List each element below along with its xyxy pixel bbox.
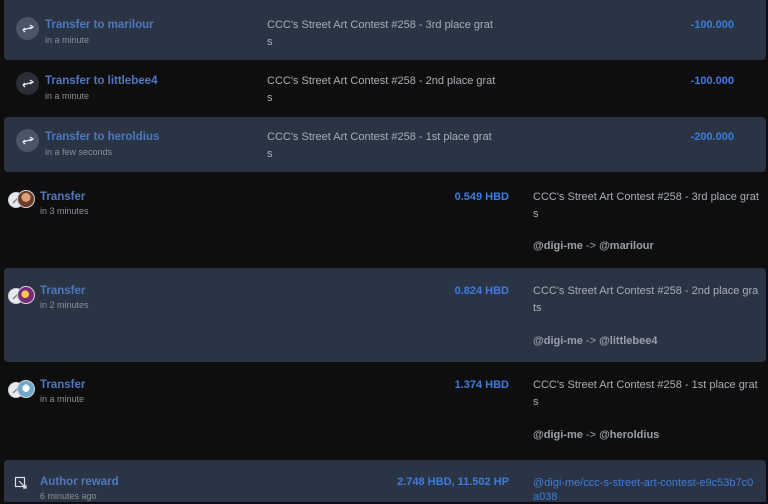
transfer-memo: CCC's Street Art Contest #258 - 3rd plac… xyxy=(267,19,493,48)
from-account[interactable]: @digi-me xyxy=(533,335,583,347)
hbd-transfer-row-marilour[interactable]: Transfer in 3 minutes 0.549 HBD CCC's St… xyxy=(4,176,766,266)
transfer-memo: CCC's Street Art Contest #258 - 1st plac… xyxy=(267,131,492,160)
transfer-memo: CCC's Street Art Contest #258 - 2nd plac… xyxy=(267,75,496,104)
transfer-amount: -100.000 xyxy=(690,75,734,87)
transfer-title[interactable]: Transfer to heroldius xyxy=(45,131,159,143)
from-account[interactable]: @digi-me xyxy=(533,429,583,441)
transfer-route: @digi-me -> @heroldius xyxy=(533,429,659,441)
transfer-time: in a minute xyxy=(40,394,85,404)
transfer-memo: CCC's Street Art Contest #258 - 3rd plac… xyxy=(533,191,759,220)
author-reward-icon xyxy=(14,476,28,495)
transfer-time: in 3 minutes xyxy=(40,206,89,216)
transfer-title[interactable]: Transfer xyxy=(40,379,85,391)
recipient-avatar xyxy=(17,286,35,304)
recipient-avatar xyxy=(17,380,35,398)
transfer-amount: 0.549 HBD xyxy=(454,191,509,203)
transfer-route: @digi-me -> @marilour xyxy=(533,240,654,252)
transfer-title[interactable]: Transfer xyxy=(40,285,85,297)
transfer-row-heroldius[interactable]: Transfer to heroldius in a few seconds C… xyxy=(4,117,766,172)
route-arrow: -> xyxy=(585,240,596,252)
reward-title[interactable]: Author reward xyxy=(40,476,119,488)
hbd-transfer-row-littlebee4[interactable]: Transfer in 2 minutes 0.824 HBD CCC's St… xyxy=(4,268,766,362)
route-arrow: -> xyxy=(585,335,596,347)
to-account[interactable]: @littlebee4 xyxy=(599,335,657,347)
transfer-amount: 1.374 HBD xyxy=(454,379,509,391)
transfer-title[interactable]: Transfer to littlebee4 xyxy=(45,75,157,87)
avatar-pair xyxy=(8,379,36,398)
transfer-memo: CCC's Street Art Contest #258 - 2nd plac… xyxy=(533,285,759,314)
transfer-memo: CCC's Street Art Contest #258 - 1st plac… xyxy=(533,379,758,408)
transfer-amount: -200.000 xyxy=(690,131,734,143)
transfer-arrows-icon xyxy=(16,72,39,95)
transfer-row-marilour[interactable]: Transfer to marilour in a minute CCC's S… xyxy=(4,0,766,60)
author-reward-row[interactable]: Author reward 6 minutes ago 2.748 HBD, 1… xyxy=(4,460,766,504)
transfer-title[interactable]: Transfer to marilour xyxy=(45,19,154,31)
avatar-pair xyxy=(8,189,36,208)
reward-time: 6 minutes ago xyxy=(40,491,97,501)
reward-permlink[interactable]: @digi-me/ccc-s-street-art-contest-e9c53b… xyxy=(533,476,758,504)
transfer-route: @digi-me -> @littlebee4 xyxy=(533,335,657,347)
transfer-time: in 2 minutes xyxy=(40,300,89,310)
recipient-avatar xyxy=(17,190,35,208)
transfer-time: in a few seconds xyxy=(45,147,113,157)
to-account[interactable]: @marilour xyxy=(599,240,654,252)
transfer-arrows-icon xyxy=(16,129,39,152)
to-account[interactable]: @heroldius xyxy=(599,429,659,441)
from-account[interactable]: @digi-me xyxy=(533,240,583,252)
transfer-row-littlebee4[interactable]: Transfer to littlebee4 in a minute CCC's… xyxy=(4,60,766,116)
transfer-title[interactable]: Transfer xyxy=(40,191,85,203)
transfer-arrows-icon xyxy=(16,17,39,40)
transfer-amount: 0.824 HBD xyxy=(454,285,509,297)
transfer-time: in a minute xyxy=(45,35,90,45)
avatar-pair xyxy=(8,285,36,304)
transfer-time: in a minute xyxy=(45,91,90,101)
hbd-transfer-row-heroldius[interactable]: Transfer in a minute 1.374 HBD CCC's Str… xyxy=(4,364,766,456)
route-arrow: -> xyxy=(585,429,596,441)
transfer-amount: -100.000 xyxy=(690,19,734,31)
reward-amount: 2.748 HBD, 11.502 HP xyxy=(397,476,509,488)
